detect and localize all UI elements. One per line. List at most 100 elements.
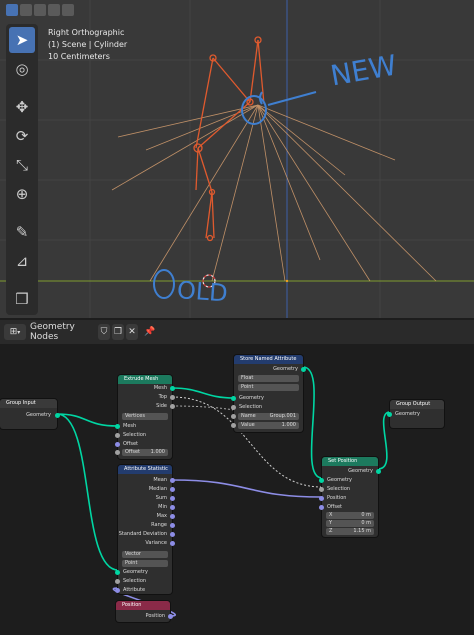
group-output-node[interactable]: Group Output Geometry [387,400,444,428]
geometry-out-socket[interactable] [55,413,60,418]
geometry-in-socket[interactable] [115,570,120,575]
node-tree-name[interactable]: Geometry Nodes [30,322,96,342]
name-in-socket[interactable] [231,414,236,419]
position-out-socket[interactable] [168,614,173,619]
sum-out-socket[interactable] [170,496,175,501]
field-value: 1.000 [281,422,296,428]
geometry-in-socket[interactable] [387,412,392,417]
offset-z-field[interactable]: Z 1.15 m [326,528,374,535]
pin-icon[interactable]: 📌 [144,324,156,340]
value-field[interactable]: Value 1.000 [238,422,299,429]
node-tree-icon: ⊞ [9,327,18,337]
select-intersect-icon[interactable] [62,4,74,16]
domain-dropdown[interactable]: Point [122,560,168,567]
link-store-setpos [302,366,323,479]
measure-icon[interactable]: ⊿ [9,248,35,274]
close-icon[interactable]: ✕ [126,324,138,340]
mode-dropdown[interactable]: Vertices [122,413,168,420]
offset-y-field[interactable]: Y 0 m [326,520,374,527]
annotate-icon[interactable]: ✎ [9,219,35,245]
node-header[interactable]: Set Position [322,457,378,466]
mesh-out-socket[interactable] [170,386,175,391]
node-header[interactable]: Extrude Mesh [118,375,172,384]
selection-in-socket[interactable] [115,579,120,584]
geometry-out-socket[interactable] [301,367,306,372]
socket-label: Standard Deviation [118,531,167,537]
data-type-dropdown[interactable]: Vector [122,551,168,558]
top-out-socket[interactable] [170,395,175,400]
viewport-info: Right Orthographic (1) Scene | Cylinder … [48,27,127,63]
rotate-icon[interactable]: ⟳ [9,123,35,149]
extrude-mesh-node[interactable]: Extrude Mesh Mesh Top Side Vertices Mesh… [115,375,175,459]
node-header[interactable]: Group Output [390,400,444,409]
socket-label: Selection [123,578,147,584]
side-out-socket[interactable] [170,404,175,409]
cursor-select-icon[interactable]: ➤ [9,27,35,53]
node-header[interactable]: Position [116,601,170,610]
offset-in-socket[interactable] [115,442,120,447]
origin-point [285,279,289,283]
offset-in-socket[interactable] [319,505,324,510]
variance-out-socket[interactable] [170,541,175,546]
offset-scale-in-socket[interactable] [115,450,120,455]
editor-type-button[interactable]: ⊞ ▾ [4,324,26,340]
range-out-socket[interactable] [170,523,175,528]
max-out-socket[interactable] [170,514,175,519]
scale-icon[interactable]: ⤡ [9,152,35,178]
mesh-in-socket[interactable] [115,424,120,429]
node-header[interactable]: Attribute Statistic [118,465,172,474]
mean-out-socket[interactable] [170,478,175,483]
geometry-in-socket[interactable] [319,478,324,483]
add-cube-icon[interactable]: ❒ [9,286,35,312]
group-input-node[interactable]: Group Input Geometry [0,399,60,429]
select-new-icon[interactable] [6,4,18,16]
link-extrude-store [171,387,235,399]
geometry-out-socket[interactable] [376,469,381,474]
position-node[interactable]: Position Position [116,601,173,622]
field-label: Name [241,413,256,419]
attribute-statistic-node[interactable]: Attribute Statistic Mean Median Sum Min … [115,465,175,594]
min-out-socket[interactable] [170,505,175,510]
std-dev-out-socket[interactable] [170,532,175,537]
light-rays [111,104,437,282]
select-invert-icon[interactable] [48,4,60,16]
value-in-socket[interactable] [231,423,236,428]
move-icon[interactable]: ✥ [9,94,35,120]
socket-label: Median [148,486,167,492]
set-position-node[interactable]: Set Position Geometry Geometry Selection… [319,457,381,537]
node-editor-canvas[interactable]: Group Input Geometry Extrude Mesh Mesh T… [0,344,474,635]
offset-x-field[interactable]: X 0 m [326,512,374,519]
fake-user-shield-icon[interactable]: ⛉ [98,324,110,340]
median-out-socket[interactable] [170,487,175,492]
selection-in-socket[interactable] [231,405,236,410]
cursor-3d-icon[interactable]: ◎ [9,56,35,82]
duplicate-icon[interactable]: ❐ [112,324,124,340]
store-named-attribute-node[interactable]: Store Named Attribute Geometry Float Poi… [231,355,306,432]
field-value: 1.000 [150,449,165,455]
3d-viewport[interactable]: ➤ ◎ ✥ ⟳ ⤡ ⊕ ✎ ⊿ ❒ Right Orthographic (1)… [0,0,474,318]
attribute-in-socket[interactable] [115,588,120,593]
geometry-in-socket[interactable] [231,396,236,401]
socket-label: Mean [153,477,167,483]
name-field[interactable]: Name Group.001 [238,413,299,420]
select-extend-icon[interactable] [20,4,32,16]
field-label: Y [329,520,333,526]
node-header[interactable]: Group Input [0,399,57,408]
socket-label: Geometry [26,412,51,418]
selection-mode-bar[interactable] [6,4,74,20]
selection-in-socket[interactable] [115,433,120,438]
domain-dropdown[interactable]: Point [238,384,299,391]
socket-label: Max [156,513,167,519]
transform-icon[interactable]: ⊕ [9,181,35,207]
select-subtract-icon[interactable] [34,4,46,16]
offset-scale-field[interactable]: Offset 1.000 [122,449,168,456]
socket-label: Attribute [123,587,146,593]
field-label: Value [241,422,255,428]
selection-in-socket[interactable] [319,487,324,492]
link-input-extrude [56,413,119,427]
socket-label: Position [145,613,165,619]
position-in-socket[interactable] [319,496,324,501]
node-editor-header: ⊞ ▾ Geometry Nodes ⛉ ❐ ✕ 📌 [0,320,474,344]
data-type-dropdown[interactable]: Float [238,375,299,382]
node-header[interactable]: Store Named Attribute [234,355,303,364]
